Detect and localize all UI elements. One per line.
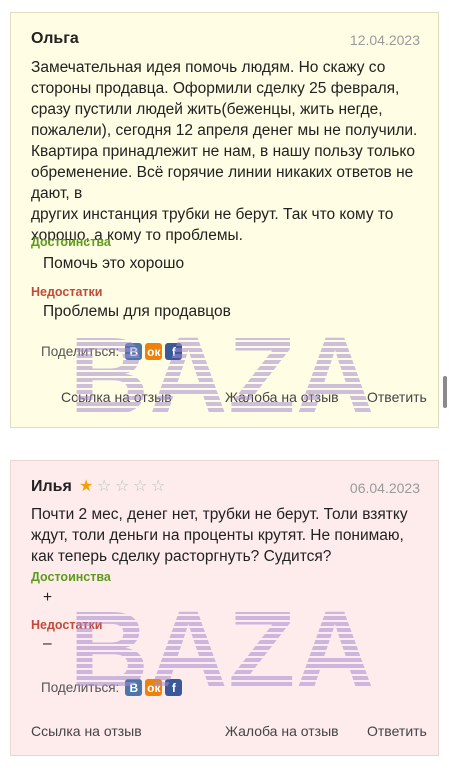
share-row: Поделиться: В ок f bbox=[41, 343, 183, 360]
share-row: Поделиться: В ок f bbox=[41, 679, 183, 696]
review-author[interactable]: Илья bbox=[31, 478, 72, 496]
scrollbar-thumb[interactable] bbox=[443, 376, 447, 408]
vk-icon[interactable]: В bbox=[125, 343, 143, 360]
star-empty-icon: ☆ bbox=[151, 478, 168, 495]
rating-stars: ★ ☆ ☆ ☆ ☆ bbox=[79, 476, 169, 496]
review-text-line: стороны продавца. Оформили сделку 25 фев… bbox=[31, 80, 400, 97]
complaint-link[interactable]: Жалоба на отзыв bbox=[225, 389, 339, 405]
star-filled-icon: ★ bbox=[79, 478, 96, 495]
star-empty-icon: ☆ bbox=[133, 478, 150, 495]
pros-title: Достоинства bbox=[31, 235, 111, 249]
review-text-line: Почти 2 мес, денег нет, трубки не берут.… bbox=[31, 506, 408, 523]
cons-title: Недостатки bbox=[31, 618, 103, 632]
review-text: Почти 2 мес, денег нет, трубки не берут.… bbox=[31, 504, 420, 567]
facebook-icon[interactable]: f bbox=[165, 679, 183, 696]
review-card: Илья ★ ☆ ☆ ☆ ☆ 06.04.2023 Почти 2 мес, денег… bbox=[10, 460, 439, 756]
star-empty-icon: ☆ bbox=[115, 478, 132, 495]
review-link[interactable]: Ссылка на отзыв bbox=[61, 389, 172, 405]
review-text-line: сразу пустили людей жить(беженцы, жить н… bbox=[31, 101, 383, 118]
reply-link[interactable]: Ответить bbox=[367, 723, 427, 739]
review-date: 06.04.2023 bbox=[349, 480, 420, 496]
cons-text: – bbox=[43, 635, 52, 652]
review-text-line: обременение. Всё горячие линии никаких о… bbox=[31, 164, 414, 181]
review-text-line: дают, в bbox=[31, 185, 83, 202]
review-author[interactable]: Ольга bbox=[31, 30, 79, 48]
pros-text: Помочь это хорошо bbox=[43, 255, 185, 272]
review-text-line: пожалели), сегодня 12 апреля денег мы не… bbox=[31, 122, 418, 139]
pros-title: Достоинства bbox=[31, 570, 111, 584]
review-link[interactable]: Ссылка на отзыв bbox=[31, 723, 142, 739]
share-label: Поделиться: bbox=[41, 680, 120, 695]
review-card: Ольга 12.04.2023 Замечательная идея помо… bbox=[10, 12, 439, 428]
cons-text: Проблемы для продавцов bbox=[43, 303, 231, 320]
vk-icon[interactable]: В bbox=[125, 679, 143, 696]
facebook-icon[interactable]: f bbox=[165, 343, 183, 360]
cons-title: Недостатки bbox=[31, 285, 103, 299]
odnoklassniki-icon[interactable]: ок bbox=[145, 343, 163, 360]
review-text-line: как теперь сделку расторгнуть? Судится? bbox=[31, 548, 332, 565]
review-text-line: других инстанция трубки не берут. Так чт… bbox=[31, 206, 394, 223]
pros-text: + bbox=[43, 589, 53, 606]
review-date: 12.04.2023 bbox=[349, 32, 420, 48]
review-text-line: Замечательная идея помочь людям. Но скаж… bbox=[31, 59, 386, 76]
complaint-link[interactable]: Жалоба на отзыв bbox=[225, 723, 339, 739]
reply-link[interactable]: Ответить bbox=[367, 389, 427, 405]
star-empty-icon: ☆ bbox=[97, 478, 114, 495]
review-text-line: ждут, толи деньги на проценты крутят. Не… bbox=[31, 527, 404, 544]
review-text: Замечательная идея помочь людям. Но скаж… bbox=[31, 57, 420, 246]
odnoklassniki-icon[interactable]: ок bbox=[145, 679, 163, 696]
share-label: Поделиться: bbox=[41, 344, 120, 359]
review-text-line: Квартира принадлежит не нам, в нашу поль… bbox=[31, 143, 415, 160]
